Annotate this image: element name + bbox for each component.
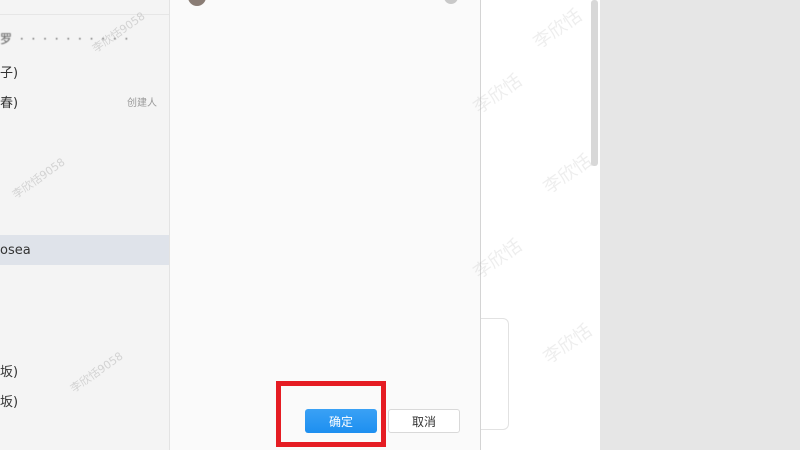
document-scrollbar[interactable] <box>591 0 598 166</box>
list-item-label: osea <box>0 242 31 258</box>
confirm-button[interactable]: 确定 <box>305 409 377 433</box>
list-item[interactable]: 春) 创建人 <box>0 86 169 116</box>
cancel-button[interactable]: 取消 <box>388 409 460 433</box>
remove-member-icon[interactable] <box>444 0 458 4</box>
list-item-label: 坂) <box>0 394 19 410</box>
list-item-label-obscured: 罗 · · · · · · · · · · <box>0 31 131 46</box>
list-item[interactable]: 坂) <box>0 355 169 385</box>
avatar <box>188 0 206 6</box>
list-item[interactable]: 坂) <box>0 385 169 415</box>
list-item-selected[interactable]: osea <box>0 235 169 265</box>
list-item-label: 子) <box>0 65 19 81</box>
member-name-obscured: ᐧᐧᐧᐧᐧᐧᐧᐧ <box>218 0 243 4</box>
list-item-truncated[interactable]: 罗 · · · · · · · · · · <box>0 28 169 48</box>
creator-tag: 创建人 <box>127 97 157 109</box>
list-divider <box>0 14 169 15</box>
list-item-label: 坂) <box>0 364 19 380</box>
selected-member-row[interactable]: ᐧᐧᐧᐧᐧᐧᐧᐧ <box>188 0 468 8</box>
list-item-label: 春) <box>0 95 19 111</box>
member-select-dialog: 罗 · · · · · · · · · · 子) 春) 创建人 osea 坂) … <box>0 0 481 450</box>
selected-members-pane: ᐧᐧᐧᐧᐧᐧᐧᐧ <box>170 0 480 450</box>
member-list-pane: 罗 · · · · · · · · · · 子) 春) 创建人 osea 坂) … <box>0 0 170 450</box>
list-item[interactable]: 子) <box>0 56 169 86</box>
document-card-edge <box>481 318 509 430</box>
